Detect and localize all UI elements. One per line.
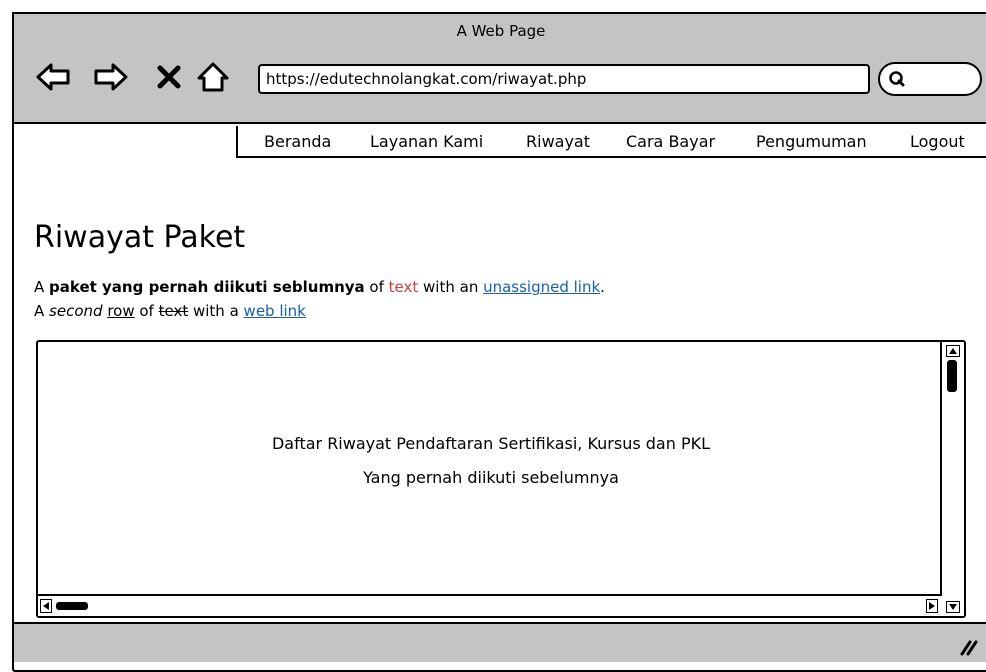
- menu-item-layanan-kami[interactable]: Layanan Kami: [370, 132, 483, 151]
- main-menu: Beranda Layanan Kami Riwayat Cara Bayar …: [236, 126, 986, 158]
- window-title: A Web Page: [456, 22, 546, 40]
- status-bar: [12, 622, 986, 662]
- strikethrough-text: text: [158, 302, 189, 320]
- forward-arrow-icon[interactable]: [92, 58, 130, 96]
- vertical-scrollbar[interactable]: [940, 342, 964, 616]
- close-x-icon[interactable]: [150, 58, 188, 96]
- text-fragment: with an: [418, 278, 484, 296]
- italic-text: second: [49, 302, 103, 320]
- menu-item-beranda[interactable]: Beranda: [264, 132, 331, 151]
- scroll-down-arrow-icon[interactable]: [946, 601, 960, 613]
- vertical-scroll-thumb[interactable]: [947, 360, 957, 392]
- menu-item-logout[interactable]: Logout: [910, 132, 965, 151]
- underlined-text: row: [107, 302, 135, 320]
- search-icon: [889, 71, 905, 87]
- scroll-up-arrow-icon[interactable]: [946, 345, 960, 357]
- search-field[interactable]: [878, 62, 982, 96]
- horizontal-scrollbar[interactable]: [38, 594, 942, 616]
- scroll-left-arrow-icon[interactable]: [40, 599, 52, 613]
- home-icon[interactable]: [194, 58, 232, 96]
- text-fragment: with a: [188, 302, 244, 320]
- panel-subheading: Yang pernah diikuti sebelumnya: [363, 468, 619, 487]
- menu-item-riwayat[interactable]: Riwayat: [526, 132, 590, 151]
- horizontal-scroll-thumb[interactable]: [56, 602, 88, 610]
- red-text: text: [388, 278, 419, 296]
- web-link[interactable]: web link: [244, 302, 306, 320]
- back-arrow-icon[interactable]: [34, 58, 72, 96]
- browser-toolbar: A Web Page https://edutechnolangkat.com/…: [12, 12, 986, 124]
- text-fragment: of: [364, 278, 389, 296]
- scroll-right-arrow-icon[interactable]: [926, 599, 938, 613]
- panel-heading: Daftar Riwayat Pendaftaran Sertifikasi, …: [271, 434, 711, 453]
- unassigned-link[interactable]: unassigned link: [483, 278, 600, 296]
- text-fragment: A: [34, 302, 50, 320]
- bold-text: paket yang pernah diikuti seblumnya: [49, 278, 365, 296]
- text-fragment: A: [34, 278, 50, 296]
- description-line-1: A paket yang pernah diikuti seblumnya of…: [34, 278, 605, 296]
- text-fragment: of: [134, 302, 159, 320]
- address-bar[interactable]: https://edutechnolangkat.com/riwayat.php: [258, 64, 870, 94]
- resize-grip-icon[interactable]: [958, 636, 978, 656]
- description-line-2: A second row of text with a web link: [34, 302, 306, 320]
- page-title: Riwayat Paket: [34, 220, 246, 255]
- menu-item-pengumuman[interactable]: Pengumuman: [756, 132, 867, 151]
- text-fragment: .: [600, 278, 605, 296]
- menu-item-cara-bayar[interactable]: Cara Bayar: [626, 132, 715, 151]
- history-panel: Daftar Riwayat Pendaftaran Sertifikasi, …: [36, 340, 966, 618]
